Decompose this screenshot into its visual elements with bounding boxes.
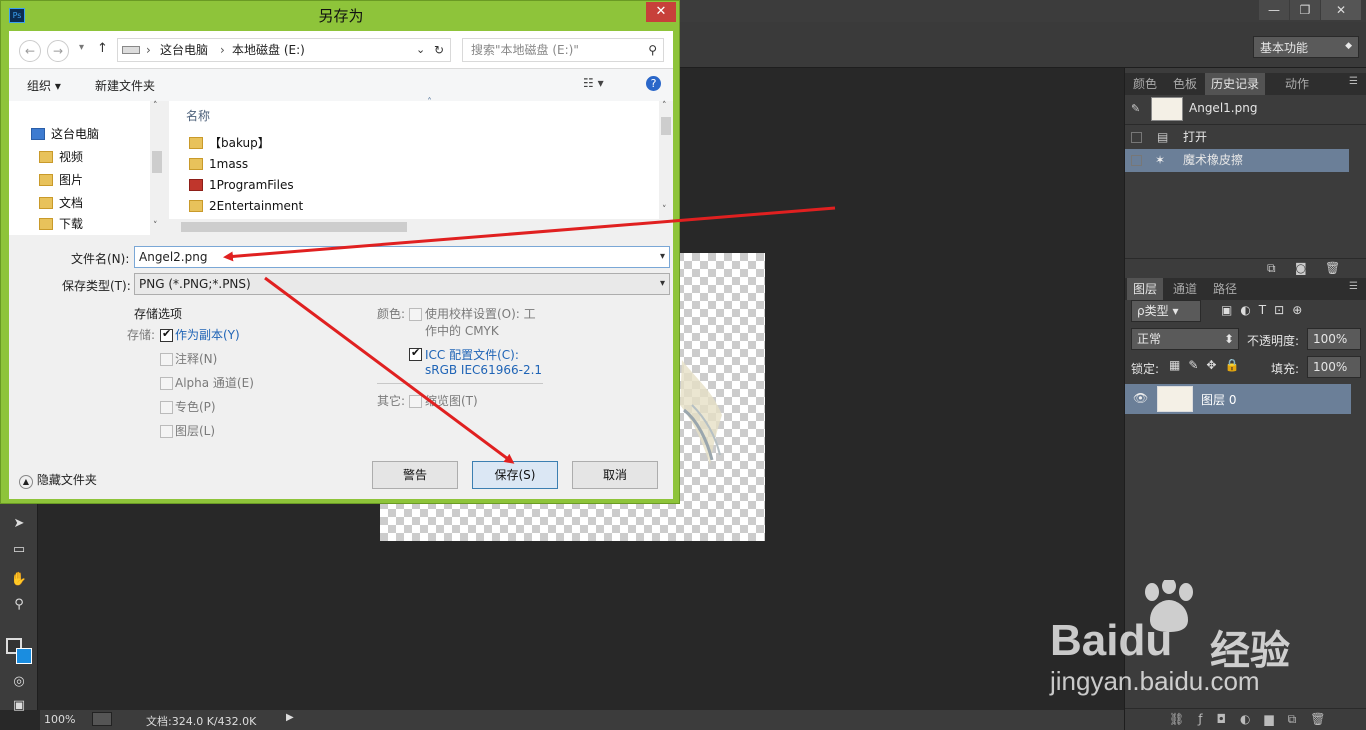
arrow-to-save-button [264,276,515,464]
annotation-arrows [223,206,836,464]
arrow-to-filename [223,206,836,262]
